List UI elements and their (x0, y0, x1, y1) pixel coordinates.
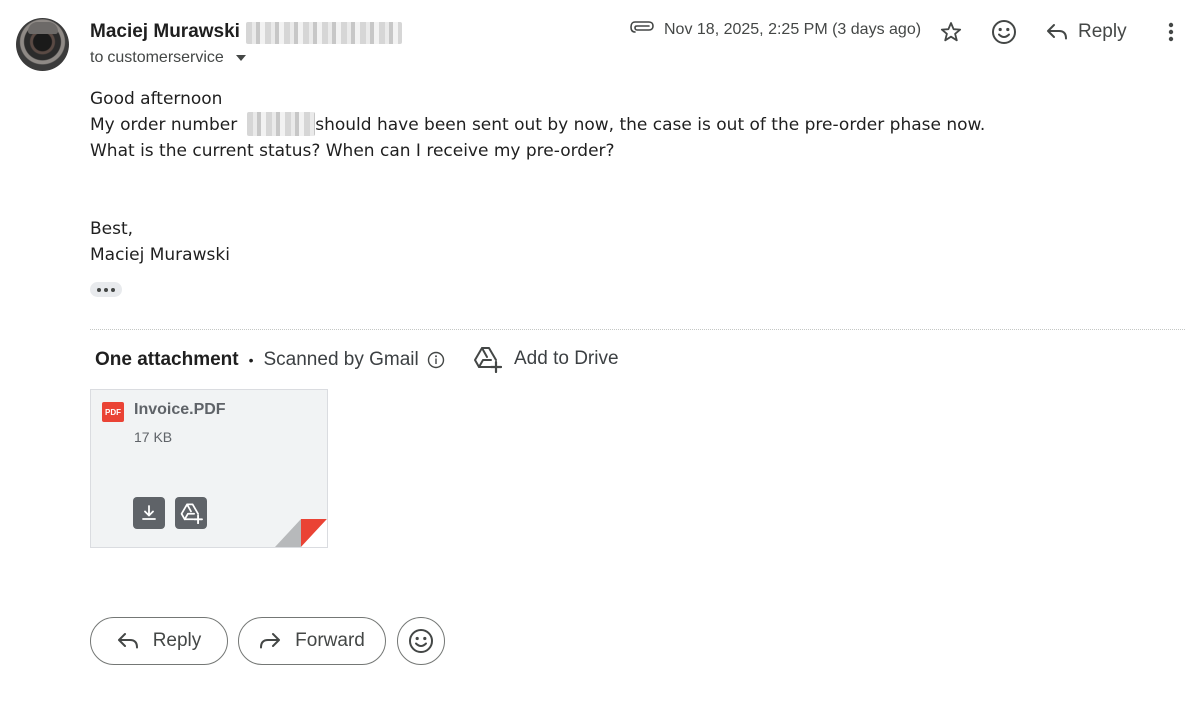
star-icon[interactable] (937, 18, 965, 46)
reply-button[interactable]: Reply (90, 617, 228, 665)
show-trimmed-content-button[interactable] (90, 282, 122, 297)
download-button[interactable] (133, 497, 165, 529)
message-date: Nov 18, 2025, 2:25 PM (3 days ago) (664, 20, 922, 38)
date-area: Nov 18, 2025, 2:25 PM (3 days ago) (630, 20, 921, 39)
attachment-file-size: 17 KB (134, 429, 173, 445)
body-line-1-start: My order number (90, 115, 238, 135)
chevron-down-icon[interactable] (235, 55, 246, 61)
page-fold-corner (275, 519, 327, 547)
redacted-sender-email (246, 22, 402, 44)
greeting: Good afternoon (90, 89, 223, 109)
avatar[interactable] (16, 18, 69, 71)
redacted-order-number-blur (247, 112, 315, 136)
attachment-file-name: Invoice.PDF (134, 401, 226, 418)
attachment-header: One attachment • Scanned by Gmail (95, 347, 445, 373)
paperclip-icon (630, 20, 654, 39)
header-reply-label: Reply (1078, 21, 1127, 42)
sender-name[interactable]: Maciej Murawski (90, 21, 240, 43)
add-to-drive-label: Add to Drive (514, 348, 619, 369)
add-to-drive-icon (474, 347, 502, 373)
signoff: Best, (90, 219, 134, 239)
forward-button[interactable]: Forward (238, 617, 386, 665)
recipient-name: customerservice (107, 49, 224, 66)
attachment-card[interactable]: PDF Invoice.PDF 17 KB (90, 389, 328, 548)
attachment-divider (90, 329, 1185, 330)
message-body: Good afternoon My order number should hav… (90, 86, 985, 268)
add-to-drive-icon (180, 503, 203, 524)
body-line-1: My order number should have been sent out… (90, 112, 985, 138)
reply-arrow-icon (1047, 24, 1067, 40)
header-reply-button[interactable]: Reply (1046, 18, 1127, 46)
save-to-drive-button[interactable] (175, 497, 207, 529)
recipient-line[interactable]: to customerservice (90, 49, 246, 67)
separator-dot: • (248, 352, 254, 368)
download-icon (142, 505, 156, 520)
avatar-hat (28, 22, 58, 34)
forward-arrow-icon (260, 633, 281, 649)
smiley-icon (409, 629, 433, 653)
recipient-prefix: to (90, 49, 104, 66)
body-line-1-end: should have been sent out by now, the ca… (315, 115, 986, 135)
signature: Maciej Murawski (90, 245, 230, 265)
more-vert-icon[interactable] (1157, 18, 1185, 46)
scanned-by-gmail: Scanned by Gmail (263, 349, 419, 370)
reply-button-label: Reply (152, 630, 202, 651)
body-line-2: What is the current status? When can I r… (90, 141, 615, 161)
forward-button-label: Forward (295, 630, 365, 651)
smiley-icon[interactable] (990, 18, 1018, 46)
react-emoji-button[interactable] (397, 617, 445, 665)
reply-arrow-icon (117, 633, 138, 649)
add-to-drive-button[interactable]: Add to Drive (472, 345, 619, 373)
attachment-count: One attachment (95, 349, 239, 370)
pdf-file-icon: PDF (102, 402, 124, 422)
info-icon[interactable] (427, 351, 445, 369)
